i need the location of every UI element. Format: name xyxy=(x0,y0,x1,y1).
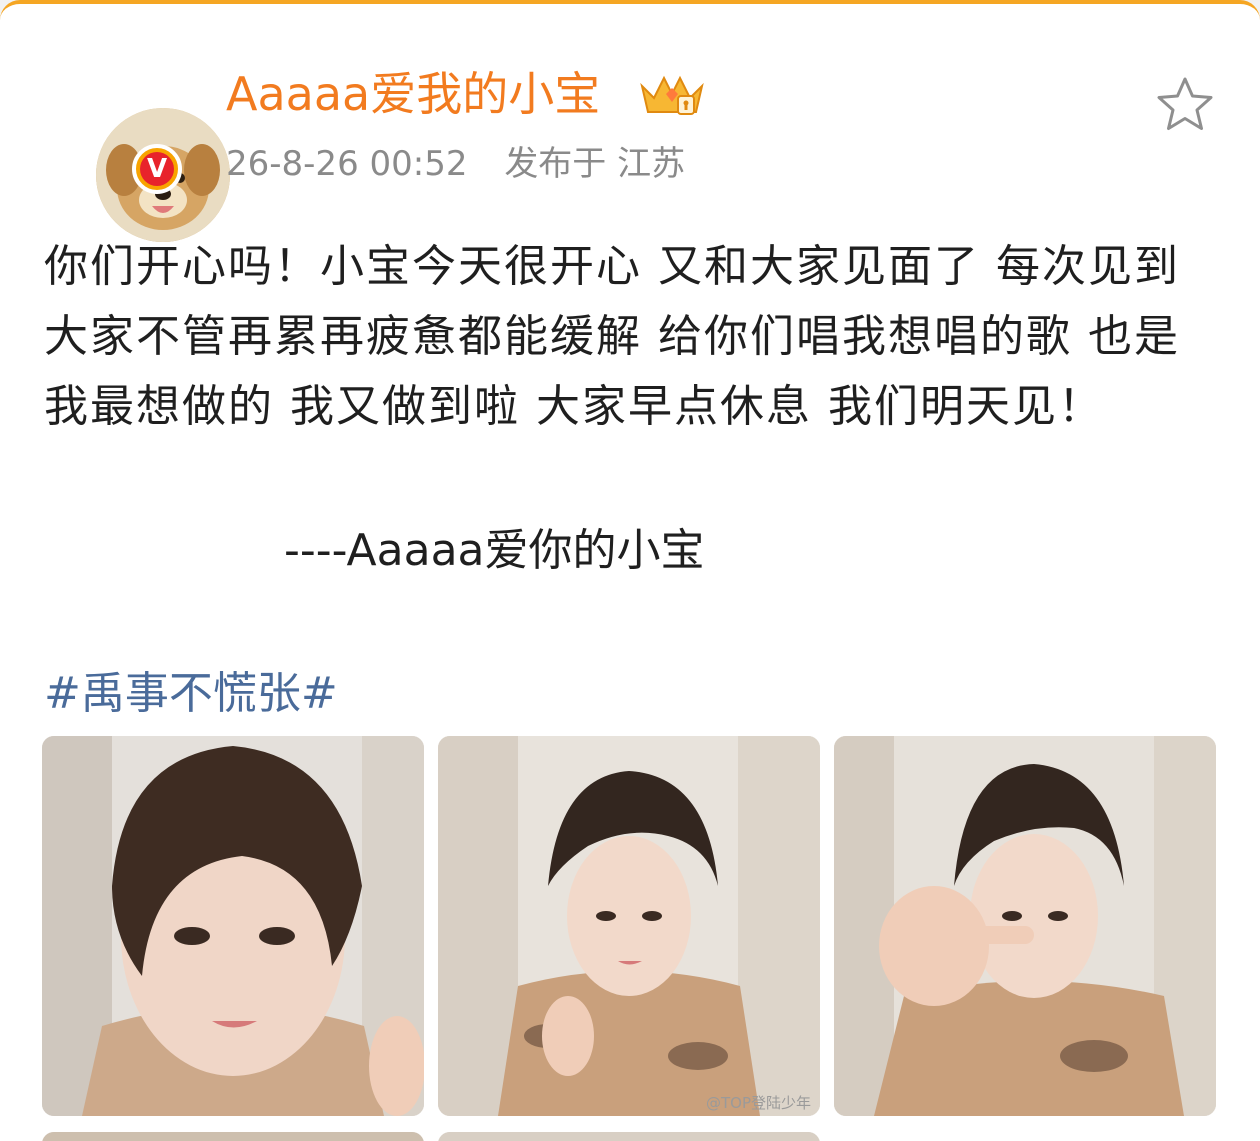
crown-badge-icon[interactable] xyxy=(636,68,708,120)
post-body: 你们开心吗！小宝今天很开心 又和大家见面了 每次见到大家不管再累再疲惫都能缓解 … xyxy=(44,241,1180,432)
star-outline-icon[interactable] xyxy=(1154,74,1216,134)
weibo-post-card: V Aaaaa爱我的小宝 26-8-26 00:52 发布于 江苏 你们开心吗！… xyxy=(0,0,1260,1141)
post-photo[interactable] xyxy=(42,736,424,1116)
photo-grid xyxy=(42,736,1218,1141)
topic-hashtag-link[interactable]: #禹事不慌张# xyxy=(44,664,338,724)
post-photo[interactable] xyxy=(438,736,820,1116)
verified-v-icon: V xyxy=(132,144,182,194)
username[interactable]: Aaaaa爱我的小宝 xyxy=(226,66,600,122)
image-watermark: @TOP登陆少年 xyxy=(706,1094,812,1112)
post-timestamp: 26-8-26 00:52 xyxy=(226,144,468,184)
post-location: 发布于 江苏 xyxy=(504,144,686,184)
post-meta: 26-8-26 00:52 发布于 江苏 xyxy=(226,141,711,187)
post-photo[interactable] xyxy=(42,1132,424,1141)
post-photo[interactable] xyxy=(438,1132,820,1141)
post-signature: ----Aaaaa爱你的小宝 xyxy=(284,525,705,576)
post-photo[interactable] xyxy=(834,736,1216,1116)
